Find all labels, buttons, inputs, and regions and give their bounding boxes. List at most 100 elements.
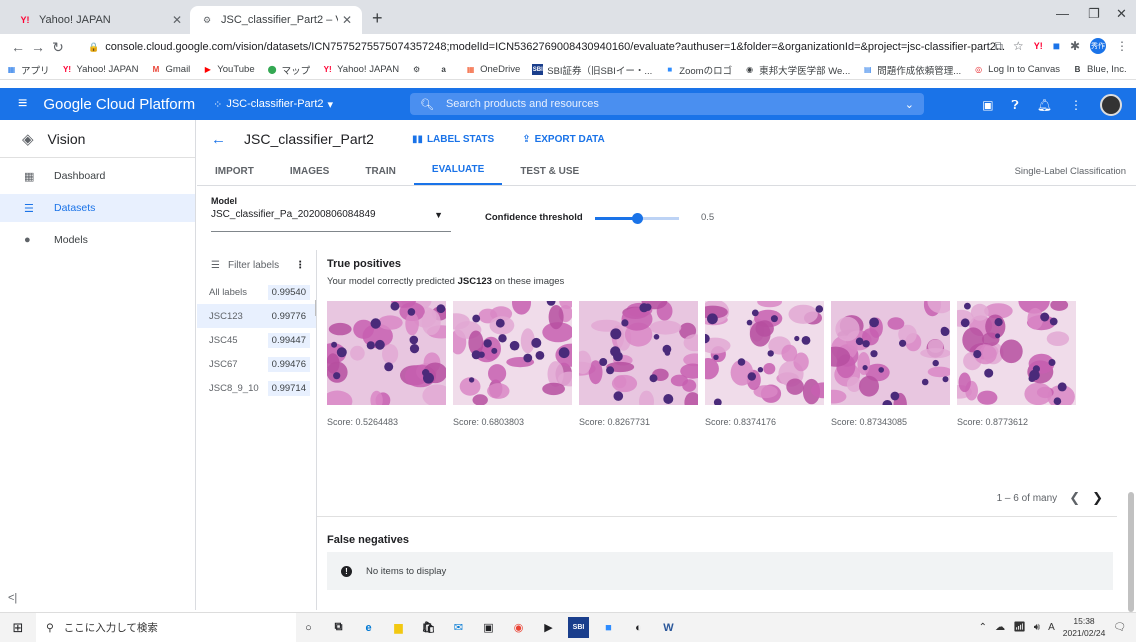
bookmark-toho[interactable]: ◉ 東邦大学医学部 We... xyxy=(744,63,850,77)
image-card[interactable]: Score: 0.8374176 xyxy=(697,296,837,427)
back-arrow-icon[interactable]: ← xyxy=(8,39,28,55)
slider-knob[interactable] xyxy=(632,213,643,224)
scrollbar-thumb[interactable] xyxy=(1128,492,1134,612)
sbi-icon[interactable]: SBI xyxy=(568,617,589,638)
minimize-icon[interactable]: — xyxy=(1056,6,1069,21)
tab-train[interactable]: TRAIN xyxy=(347,166,414,185)
close-tab-icon[interactable]: ✕ xyxy=(172,13,182,27)
histology-image[interactable] xyxy=(442,291,586,406)
bookmark-youtube[interactable]: ▶ YouTube xyxy=(202,64,255,75)
close-window-icon[interactable]: ✕ xyxy=(1116,6,1127,22)
profile-avatar-icon[interactable]: 秀作 xyxy=(1090,38,1106,54)
more-vert-icon[interactable]: ⋮ xyxy=(295,260,305,271)
hamburger-menu-icon[interactable]: ≡ xyxy=(18,95,27,113)
image-card[interactable]: Score: 0.8267731 xyxy=(564,293,707,427)
chrome-icon[interactable]: ◉ xyxy=(508,617,529,638)
tab-evaluate[interactable]: EVALUATE xyxy=(413,164,503,185)
search-input[interactable]: 🔍︎ Search products and resources ⌄ xyxy=(410,93,924,115)
close-tab-icon[interactable]: ✕ xyxy=(342,13,352,27)
browser-tab-yahoo[interactable]: Y! Yahoo! JAPAN ✕ xyxy=(8,6,192,34)
maximize-icon[interactable]: ❐ xyxy=(1088,6,1100,22)
histology-image[interactable] xyxy=(564,293,707,413)
taskbar-search[interactable]: ⚲ ここに入力して検索 xyxy=(36,612,296,643)
task-view-icon[interactable]: ⧉ xyxy=(328,617,349,638)
ime-indicator[interactable]: A xyxy=(1048,622,1055,633)
bookmark-star-icon[interactable]: ☆ xyxy=(1013,39,1024,53)
bookmark-canvas[interactable]: ◎ Log In to Canvas xyxy=(973,64,1060,75)
store-icon[interactable]: 🛍︎ xyxy=(418,617,439,638)
nav-item-dashboard[interactable]: ▦ Dashboard xyxy=(0,162,195,190)
next-page-icon[interactable]: ❯ xyxy=(1092,490,1103,506)
label-row[interactable]: All labels 0.99540 xyxy=(197,280,316,304)
menu-kebab-icon[interactable]: ⋮ xyxy=(1116,39,1128,53)
chevron-down-icon[interactable]: ⌄ xyxy=(905,98,914,111)
tab-import[interactable]: IMPORT xyxy=(197,166,272,185)
model-select[interactable]: Model JSC_classifier_Pa_20200806084849 ▼ xyxy=(211,196,451,232)
back-arrow-icon[interactable]: ← xyxy=(211,131,226,148)
image-card[interactable]: Score: 0.6803803 xyxy=(442,291,586,427)
volume-icon[interactable]: 🔊︎ xyxy=(1034,622,1040,633)
zoom-icon[interactable]: ■ xyxy=(598,617,619,638)
cortana-icon[interactable]: ○ xyxy=(298,617,319,638)
bookmark-gcp[interactable]: ⚙ xyxy=(411,64,426,75)
label-row[interactable]: JSC67 0.99476 xyxy=(197,352,316,376)
bookmark-zoom[interactable]: ■ Zoomのロゴ xyxy=(664,63,732,77)
histology-image[interactable] xyxy=(319,291,456,413)
collapse-nav-icon[interactable]: <| xyxy=(8,592,17,604)
network-icon[interactable]: 📶︎ xyxy=(1013,622,1026,633)
onedrive-icon[interactable]: ☁ xyxy=(995,622,1005,633)
bookmark-yahoo[interactable]: Y! Yahoo! JAPAN xyxy=(62,64,138,75)
translate-icon[interactable]: ⧉ xyxy=(994,39,1003,54)
filter-labels-input[interactable]: ☰ Filter labels ⋮ xyxy=(197,250,316,280)
clock[interactable]: 15:38 2021/02/24 xyxy=(1063,615,1106,639)
export-data-button[interactable]: ⇪ EXPORT DATA xyxy=(522,134,605,145)
word-icon[interactable]: W xyxy=(658,617,679,638)
mail-icon[interactable]: ✉ xyxy=(448,617,469,638)
app-icon[interactable]: ◐ xyxy=(628,617,649,638)
forward-arrow-icon[interactable]: → xyxy=(28,39,48,55)
nav-item-datasets[interactable]: ☰ Datasets xyxy=(0,194,195,222)
windows-start-icon[interactable]: ⊞ xyxy=(0,620,36,636)
tab-test-use[interactable]: TEST & USE xyxy=(502,166,597,185)
histology-image[interactable] xyxy=(820,288,955,417)
prev-page-icon[interactable]: ❮ xyxy=(1069,490,1080,506)
puzzle-icon[interactable]: ✱ xyxy=(1070,39,1080,53)
edge-icon[interactable]: e xyxy=(358,617,379,638)
label-stats-button[interactable]: ▮▮ LABEL STATS xyxy=(412,134,494,145)
reload-icon[interactable]: ↻ xyxy=(48,39,68,56)
bookmark-apps[interactable]: ▦ アプリ xyxy=(6,63,50,77)
bookmark-blue[interactable]: B Blue, Inc. xyxy=(1072,64,1127,75)
confidence-slider[interactable] xyxy=(595,213,679,224)
image-card[interactable]: Score: 0.8773612 xyxy=(947,289,1076,427)
bookmark-gmail[interactable]: M Gmail xyxy=(150,64,191,75)
bookmark-onedrive[interactable]: ▦ OneDrive xyxy=(465,64,520,75)
address-bar[interactable]: 🔒 console.cloud.google.com/vision/datase… xyxy=(88,36,1008,58)
help-icon[interactable]: ❓︎ xyxy=(1012,98,1019,113)
bookmark-yahoo-2[interactable]: Y! Yahoo! JAPAN xyxy=(322,64,399,75)
nav-item-models[interactable]: ● Models xyxy=(0,226,195,254)
tab-images[interactable]: IMAGES xyxy=(272,166,347,185)
image-card[interactable]: Score: 0.87343085 xyxy=(820,288,955,427)
label-row[interactable]: JSC45 0.99447 xyxy=(197,328,316,352)
notifications-icon[interactable]: 🔔︎ xyxy=(1037,98,1052,112)
media-icon[interactable]: ▶ xyxy=(538,617,559,638)
account-avatar[interactable] xyxy=(1100,94,1122,116)
file-explorer-icon[interactable]: ▆ xyxy=(388,617,409,638)
bookmark-question[interactable]: ▤ 問題作成依頼管理... xyxy=(862,63,961,77)
cloud-shell-icon[interactable]: ▣ xyxy=(982,98,993,112)
bookmark-maps[interactable]: ⬤ マップ xyxy=(267,63,311,77)
histology-image[interactable] xyxy=(947,289,1076,409)
notification-center-icon[interactable]: 🗨︎ xyxy=(1113,622,1126,633)
chevron-up-icon[interactable]: ⌃ xyxy=(979,622,987,633)
label-row[interactable]: JSC123 0.99776 xyxy=(197,304,316,328)
more-vert-icon[interactable]: ⋮ xyxy=(1070,98,1082,112)
app-icon[interactable]: ▣ xyxy=(478,617,499,638)
label-row[interactable]: JSC8_9_10 0.99714 xyxy=(197,376,316,400)
scrollbar[interactable] xyxy=(1126,372,1136,612)
browser-tab-vision[interactable]: ⚙ JSC_classifier_Part2 – Vision – JSC ✕ xyxy=(190,6,362,34)
gcp-title[interactable]: Google Cloud Platform xyxy=(43,96,195,113)
bookmark-amazon[interactable]: a xyxy=(438,64,453,75)
bookmark-sbi[interactable]: SBI SBI証券（旧SBIイー・... xyxy=(532,63,652,77)
image-card[interactable]: Score: 0.5264483 xyxy=(319,291,456,427)
yahoo-extension-icon[interactable]: Y! xyxy=(1034,41,1043,51)
